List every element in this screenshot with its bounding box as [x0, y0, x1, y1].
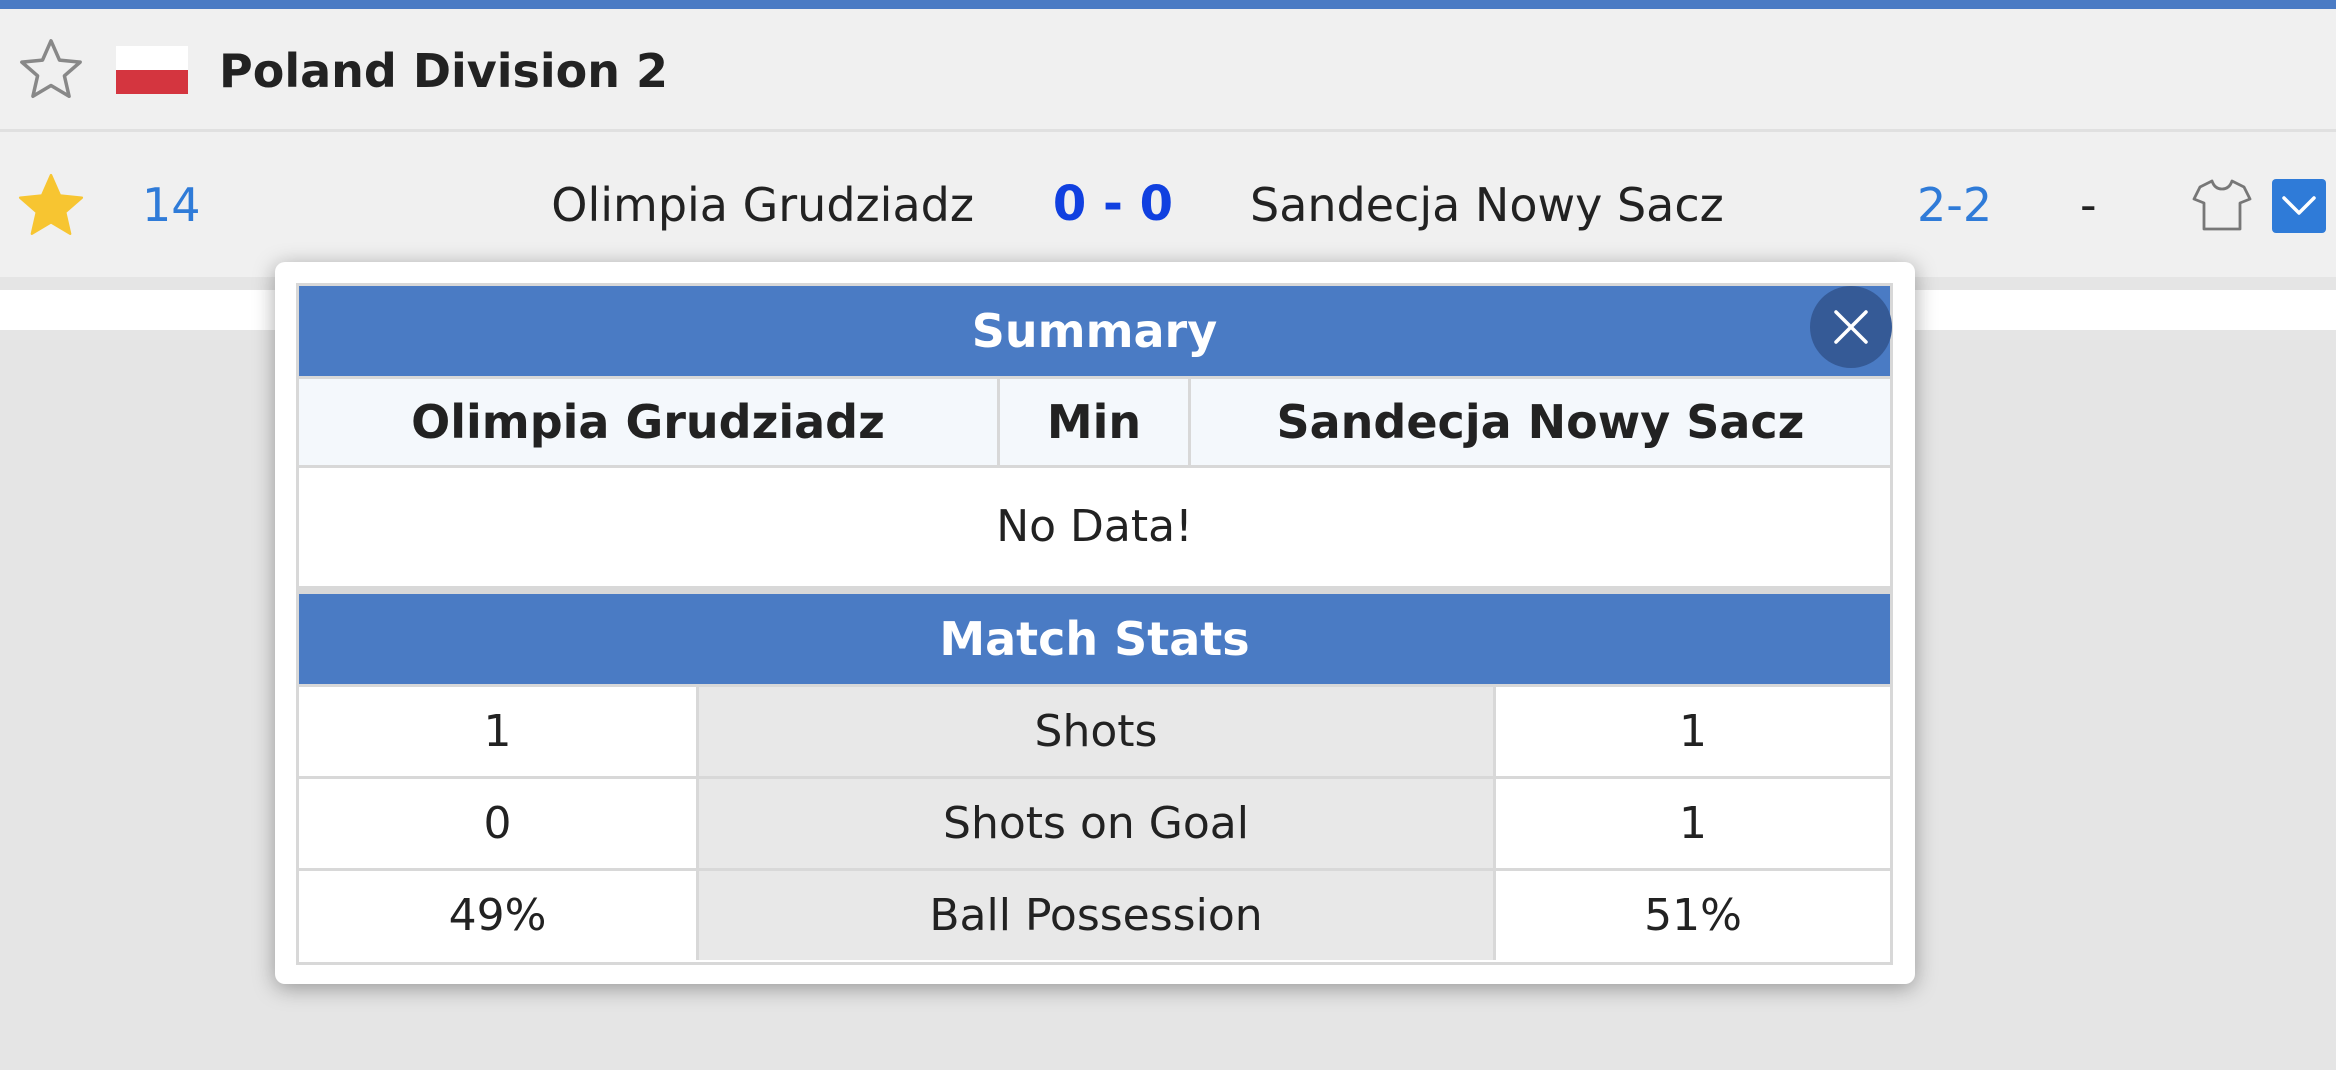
no-data-message: No Data! [996, 501, 1193, 552]
summary-home-column: Olimpia Grudziadz [411, 395, 885, 449]
stat-row: 0 Shots on Goal 1 [299, 776, 1890, 868]
top-accent-bar [0, 0, 2336, 9]
stat-label: Shots on Goal [696, 779, 1496, 868]
star-filled-icon[interactable] [14, 169, 88, 243]
close-button[interactable] [1810, 286, 1892, 368]
match-details-popup: Summary Olimpia Grudziadz Min Sandecja N… [275, 262, 1915, 984]
match-row[interactable]: 14 Olimpia Grudziadz 0 - 0 Sandecja Nowy… [0, 132, 2336, 277]
star-outline-icon[interactable] [16, 35, 86, 105]
stat-away-value: 1 [1679, 798, 1707, 849]
section-divider [299, 586, 1890, 594]
summary-header: Summary [299, 286, 1890, 376]
league-name[interactable]: Poland Division 2 [219, 47, 668, 95]
league-header: Poland Division 2 [0, 9, 2336, 132]
stat-away-value: 51% [1644, 890, 1742, 941]
summary-away-column: Sandecja Nowy Sacz [1276, 395, 1805, 449]
shirt-icon[interactable] [2192, 177, 2252, 233]
stat-row: 1 Shots 1 [299, 684, 1890, 776]
stat-home-value: 0 [483, 798, 512, 849]
close-icon [1834, 310, 1868, 344]
expand-button[interactable] [2272, 179, 2326, 233]
match-score[interactable]: 0 - 0 [1040, 176, 1186, 232]
summary-min-column: Min [997, 379, 1191, 465]
home-team-name[interactable]: Olimpia Grudziadz [551, 178, 974, 232]
match-minute: 14 [142, 178, 201, 232]
stat-home-value: 49% [448, 890, 547, 941]
extra-value: - [2080, 178, 2097, 232]
poland-flag-icon [116, 46, 188, 94]
half-time-score[interactable]: 2-2 [1917, 178, 1992, 232]
match-stats-header: Match Stats [299, 594, 1890, 684]
stat-label: Ball Possession [696, 871, 1496, 960]
away-team-name[interactable]: Sandecja Nowy Sacz [1250, 178, 1724, 232]
stat-home-value: 1 [483, 706, 512, 757]
stat-row: 49% Ball Possession 51% [299, 868, 1890, 960]
popup-content: Summary Olimpia Grudziadz Min Sandecja N… [296, 283, 1893, 965]
chevron-down-icon [2282, 196, 2316, 215]
stat-label: Shots [696, 687, 1496, 776]
summary-columns: Olimpia Grudziadz Min Sandecja Nowy Sacz [299, 376, 1890, 468]
stat-away-value: 1 [1679, 706, 1707, 757]
